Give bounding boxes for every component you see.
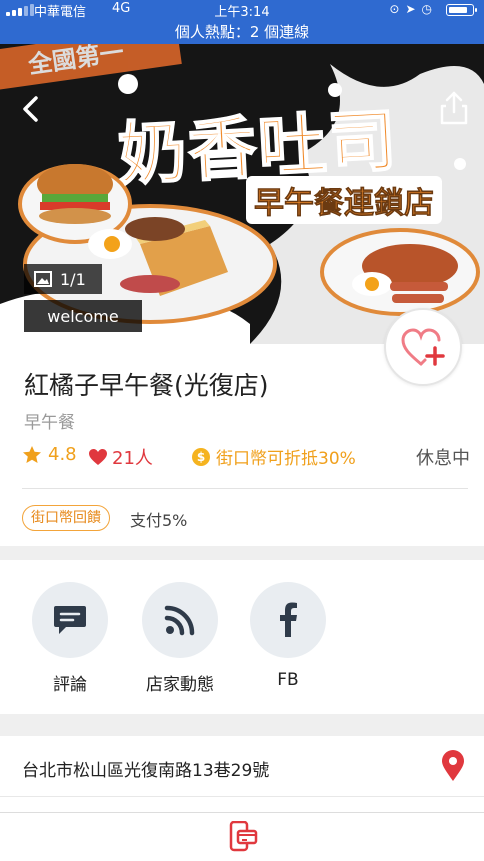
open-status: 休息中 (416, 448, 470, 469)
cashback-rate: 支付5% (130, 511, 188, 530)
rating-value: 4.8 (48, 444, 77, 465)
hotspot-banner[interactable]: 個人熱點：2 個連線 (0, 21, 484, 42)
divider (0, 796, 484, 797)
favorite-button[interactable] (384, 308, 462, 386)
store-updates-button[interactable]: 店家動態 (140, 582, 220, 695)
rss-icon (164, 605, 195, 636)
photo-count-badge: 1/1 (24, 264, 102, 294)
section-separator (0, 714, 484, 736)
section-separator (0, 546, 484, 560)
store-category: 早午餐 (24, 413, 75, 433)
status-bar: 中華電信 4G 上午3:14 ⊙ ➤ ◷ 個人熱點：2 個連線 (0, 0, 484, 44)
map-pin-icon (442, 750, 464, 781)
share-button[interactable] (436, 88, 472, 128)
review-button[interactable]: 評論 (30, 582, 110, 695)
review-label: 評論 (53, 675, 87, 695)
likes[interactable]: 21人 (88, 444, 153, 470)
share-icon (440, 91, 468, 125)
photo-caption: welcome (24, 300, 142, 332)
rating[interactable]: 4.8 (22, 444, 77, 465)
facebook-button[interactable]: FB (248, 582, 328, 690)
heart-plus-icon (401, 328, 445, 366)
cashback-tag: 街口幣回饋 (22, 505, 110, 531)
store-address[interactable]: 台北市松山區光復南路13巷29號 (22, 756, 269, 781)
comment-icon (54, 606, 86, 634)
image-icon (34, 271, 52, 287)
hero-photo[interactable]: 全國第一 奶香吐司 早午餐連鎖店 1/1 welcome (0, 44, 484, 344)
star-icon (23, 446, 41, 463)
store-updates-label: 店家動態 (146, 675, 214, 695)
mobile-pay-icon (229, 820, 258, 852)
divider (22, 488, 468, 489)
pay-button[interactable] (228, 820, 258, 857)
alarm-icon: ◷ (421, 2, 432, 16)
banner-subtitle: 早午餐連鎖店 (246, 176, 442, 224)
screen-lock-icon: ⊙ (389, 2, 400, 16)
facebook-label: FB (277, 670, 299, 690)
bottom-pay-bar (0, 812, 484, 861)
coin-offer-text: 街口幣可折抵30% (216, 449, 356, 469)
battery-icon (446, 4, 477, 16)
coin-icon: $ (192, 447, 210, 466)
likes-count: 21人 (112, 448, 153, 469)
location-arrow-icon: ➤ (405, 2, 416, 16)
store-name: 紅橘子早午餐(光復店) (24, 371, 269, 400)
map-button[interactable] (440, 750, 466, 786)
facebook-icon (280, 602, 297, 637)
store-stats: 4.8 21人 $ 街口幣可折抵30% 休息中 (22, 444, 472, 470)
chevron-left-icon (23, 96, 38, 122)
heart-icon (89, 449, 107, 465)
back-button[interactable] (14, 92, 48, 126)
coin-offer: $ 街口幣可折抵30% (192, 444, 356, 469)
photo-count: 1/1 (60, 269, 86, 289)
